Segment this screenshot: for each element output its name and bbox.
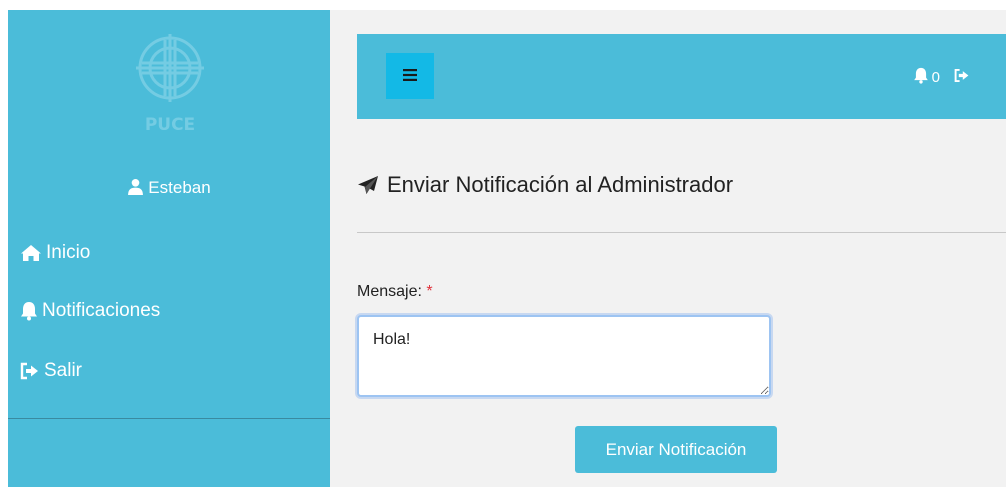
logo-text: PUCE [145, 115, 195, 135]
send-notification-button[interactable]: Enviar Notificación [575, 426, 777, 473]
bell-icon [20, 301, 38, 321]
menu-toggle-button[interactable] [386, 53, 434, 99]
sign-out-icon [20, 362, 40, 380]
paper-plane-icon [357, 175, 379, 195]
header-bar: 0 [357, 34, 1006, 119]
page-title-text: Enviar Notificación al Administrador [387, 172, 734, 197]
window-edge [0, 0, 8, 487]
message-label: Mensaje: * [357, 283, 433, 301]
sidebar-divider [8, 418, 330, 419]
notification-count: 0 [931, 69, 940, 86]
sidebar-item-notificaciones[interactable]: Notificaciones [20, 300, 160, 322]
content-divider [357, 232, 1006, 233]
sidebar-item-label: Salir [44, 360, 83, 381]
sidebar-item-salir[interactable]: Salir [20, 360, 82, 382]
notification-bell-icon[interactable] [913, 67, 929, 88]
user-icon [127, 178, 144, 200]
sidebar-item-label: Inicio [46, 242, 91, 263]
home-icon [20, 243, 42, 263]
message-label-text: Mensaje: [357, 283, 422, 300]
header-actions: 0 [913, 67, 970, 88]
user-info: Esteban [8, 178, 330, 200]
user-name: Esteban [148, 178, 211, 197]
puce-logo: PUCE [132, 30, 208, 140]
hamburger-icon [403, 68, 417, 84]
message-textarea[interactable]: Hola! [357, 315, 771, 397]
page-title: Enviar Notificación al Administrador [357, 172, 733, 198]
top-band [330, 0, 1006, 10]
sidebar-item-inicio[interactable]: Inicio [20, 242, 90, 264]
sidebar: PUCE Esteban Inicio Notificaciones Salir [8, 0, 330, 487]
logout-icon[interactable] [954, 68, 970, 87]
required-asterisk: * [426, 283, 433, 300]
sidebar-item-label: Notificaciones [42, 300, 161, 321]
